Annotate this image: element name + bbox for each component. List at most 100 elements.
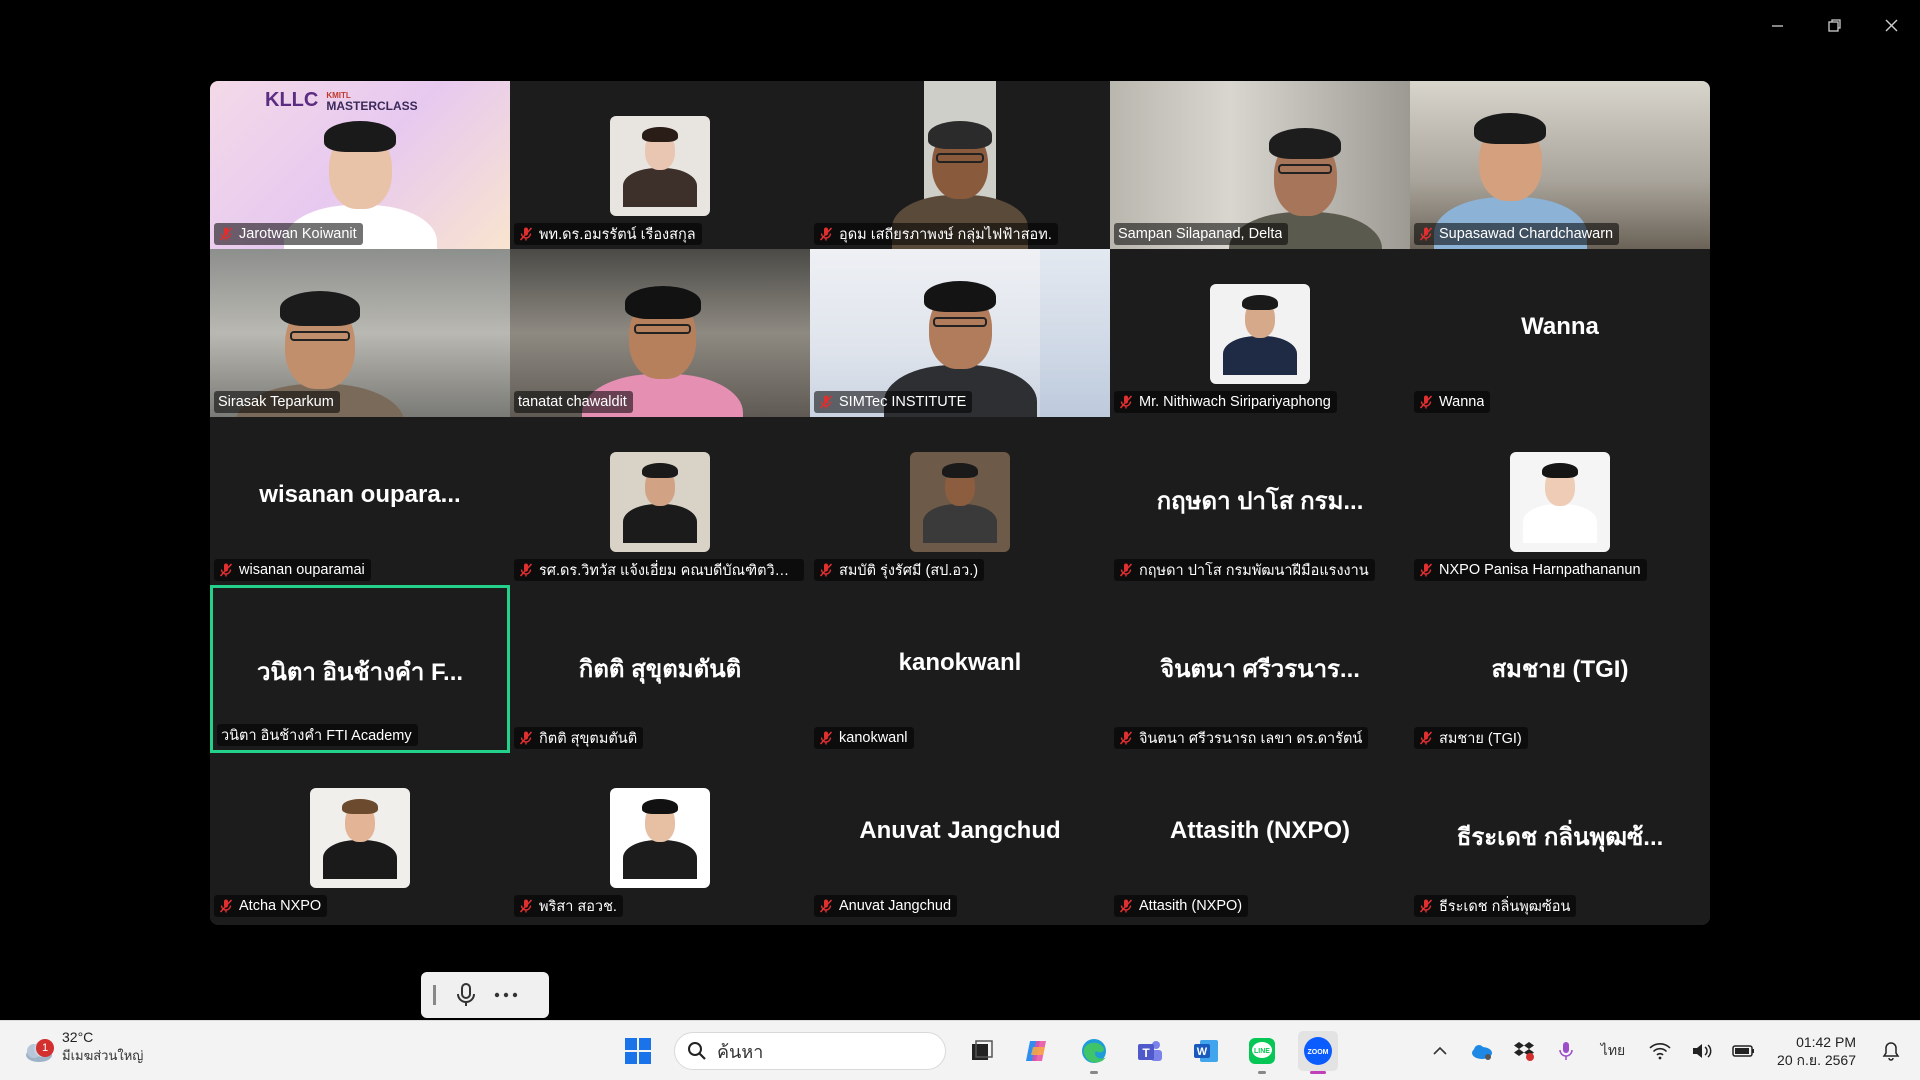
weather-widget[interactable]: 1 32°C มีเมฆส่วนใหญ่ [22,1029,143,1066]
clock-date: 20 ก.ย. 2567 [1777,1052,1856,1068]
participant-avatar [310,788,410,888]
notifications-button[interactable] [1876,1036,1906,1066]
wifi-button[interactable] [1645,1036,1675,1066]
participant-tile[interactable]: Supasawad Chardchawarn [1410,81,1710,249]
zoom-button[interactable]: ZOOM [1298,1031,1338,1074]
participant-tile[interactable]: Anuvat Jangchud Anuvat Jangchud [810,753,1110,921]
zoom-icon: ZOOM [1304,1037,1332,1065]
participant-avatar [610,452,710,552]
participant-name-tag: กิตติ สุขุตมตันติ [514,727,644,749]
participant-tile[interactable]: Atcha NXPO [210,753,510,921]
input-language-button[interactable]: ไทย [1593,1036,1633,1066]
virtual-background-banner [1040,249,1110,417]
task-view-button[interactable] [962,1031,1002,1071]
participant-display-name: Attasith (NXPO) [1170,817,1350,844]
participant-tile[interactable]: กิตติ สุขุตมตันติ กิตติ สุขุตมตันติ [510,585,810,753]
taskbar-clock[interactable]: 01:42 PM 20 ก.ย. 2567 [1777,1033,1856,1069]
participant-name: Mr. Nithiwach Siripariyaphong [1139,394,1331,410]
participant-tile[interactable]: Sirasak Teparkum [210,249,510,417]
copilot-icon [1026,1041,1046,1061]
more-button[interactable] [486,975,526,1015]
participant-name-tag: Anuvat Jangchud [814,895,958,917]
bell-icon [1882,1042,1900,1061]
microphone-muted-icon [219,227,233,241]
participant-tile[interactable]: จินตนา ศรีวรนาร... จินตนา ศรีวรนารถ เลขา … [1110,585,1410,753]
teams-button[interactable]: T [1130,1031,1170,1071]
task-view-icon [972,1040,993,1060]
cloudy-weather-icon: 1 [22,1031,56,1065]
volume-button[interactable] [1687,1036,1717,1066]
participant-tile[interactable]: วนิตา อินช้างคำ F... วนิตา อินช้างคำ FTI … [210,585,510,753]
participant-video-person [622,798,698,880]
participant-tile[interactable]: อุดม เสถียรภาพงษ์ กลุ่มไฟฟ้าสอท. [810,81,1110,249]
edge-icon [1082,1039,1106,1063]
participant-name-tag: Supasawad Chardchawarn [1414,223,1620,245]
taskbar-search[interactable]: ค้นหา [674,1032,946,1070]
microphone-muted-icon [1419,395,1433,409]
dropbox-icon [1514,1042,1535,1061]
participant-tile[interactable]: ธีระเดช กลิ่นพุฒซ้... ธีระเดช กลิ่นพุฒซ้อ… [1410,753,1710,921]
line-button[interactable]: LINE [1242,1031,1282,1074]
microphone-muted-icon [1419,731,1433,745]
minimize-button[interactable] [1749,8,1806,42]
restore-icon [1828,18,1841,32]
close-button[interactable] [1863,8,1920,42]
svg-text:T: T [1142,1046,1150,1060]
taskbar-apps: ค้นหา T W LINE ZOOM [610,1031,1346,1074]
participant-display-name: สมชาย (TGI) [1491,656,1629,683]
drag-handle[interactable] [433,985,436,1005]
word-button[interactable]: W [1186,1031,1226,1071]
participant-name: สมบัติ รุ่งรัศมี (สป.อว.) [839,562,979,579]
microphone-muted-icon [519,899,533,913]
show-hidden-icons-button[interactable] [1425,1036,1455,1066]
window-controls [1749,8,1920,42]
participant-tile[interactable]: NXPO Panisa Harnpathananun [1410,417,1710,585]
svg-text:LINE: LINE [1254,1048,1270,1055]
participant-name: kanokwanl [839,730,908,746]
participant-display-name: จินตนา ศรีวรนาร... [1160,656,1360,683]
clock-time: 01:42 PM [1796,1034,1856,1050]
participant-name-tag: Mr. Nithiwach Siripariyaphong [1114,391,1337,413]
participant-display-name: ธีระเดช กลิ่นพุฒซ้... [1456,824,1664,851]
chevron-up-icon [1433,1046,1447,1055]
participant-tile[interactable]: wisanan oupara... wisanan ouparamai [210,417,510,585]
participant-avatar [910,452,1010,552]
microphone-muted-icon [219,899,233,913]
participant-tile[interactable]: พริสา สอวช. [510,753,810,921]
participant-name: กิตติ สุขุตมตันติ [539,730,638,747]
participant-tile[interactable]: Attasith (NXPO) Attasith (NXPO) [1110,753,1410,921]
weather-condition: มีเมฆส่วนใหญ่ [62,1048,144,1063]
notification-badge: 1 [36,1038,54,1057]
participant-display-name: Wanna [1521,313,1599,340]
participant-name-tag: กฤษดา ปาโส กรมพัฒนาฝีมือแรงงาน [1114,559,1375,581]
participant-name: กฤษดา ปาโส กรมพัฒนาฝีมือแรงงาน [1139,562,1369,579]
weather-temperature: 32°C [62,1029,94,1045]
dropbox-button[interactable] [1509,1036,1539,1066]
participant-tile[interactable]: KLLC KMITL MASTERCLASS Jarotwan Koiwanit [210,81,510,249]
copilot-button[interactable] [1018,1031,1058,1071]
participant-display-name: wisanan oupara... [259,481,461,508]
participant-video-person [922,462,998,544]
microphone-button[interactable] [446,975,486,1015]
participant-tile[interactable]: Mr. Nithiwach Siripariyaphong [1110,249,1410,417]
participant-tile[interactable]: SIMTec INSTITUTE [810,249,1110,417]
participant-tile[interactable]: สมชาย (TGI) สมชาย (TGI) [1410,585,1710,753]
battery-button[interactable] [1729,1036,1759,1066]
participant-tile[interactable]: Sampan Silapanad, Delta [1110,81,1410,249]
start-button[interactable] [618,1031,658,1071]
participant-tile[interactable]: Wanna Wanna [1410,249,1710,417]
participant-tile[interactable]: กฤษดา ปาโส กรม... กฤษดา ปาโส กรมพัฒนาฝีมื… [1110,417,1410,585]
participant-name: Sampan Silapanad, Delta [1118,226,1283,242]
participant-video-person [1522,462,1598,544]
participant-tile[interactable]: พท.ดร.อมรรัตน์ เรืองสกุล [510,81,810,249]
participant-tile[interactable]: สมบัติ รุ่งรัศมี (สป.อว.) [810,417,1110,585]
restore-button[interactable] [1806,8,1863,42]
microphone-muted-icon [819,227,833,241]
participant-tile[interactable]: kanokwanl kanokwanl [810,585,1110,753]
edge-button[interactable] [1074,1031,1114,1074]
onedrive-button[interactable] [1467,1036,1497,1066]
participant-tile[interactable]: tanatat chawaldit [510,249,810,417]
microphone-in-use-button[interactable] [1551,1036,1581,1066]
participant-name-tag: รศ.ดร.วิทวัส แจ้งเอี่ยม คณบดีบัณฑิตวิทยา… [514,559,804,581]
participant-tile[interactable]: รศ.ดร.วิทวัส แจ้งเอี่ยม คณบดีบัณฑิตวิทยา… [510,417,810,585]
